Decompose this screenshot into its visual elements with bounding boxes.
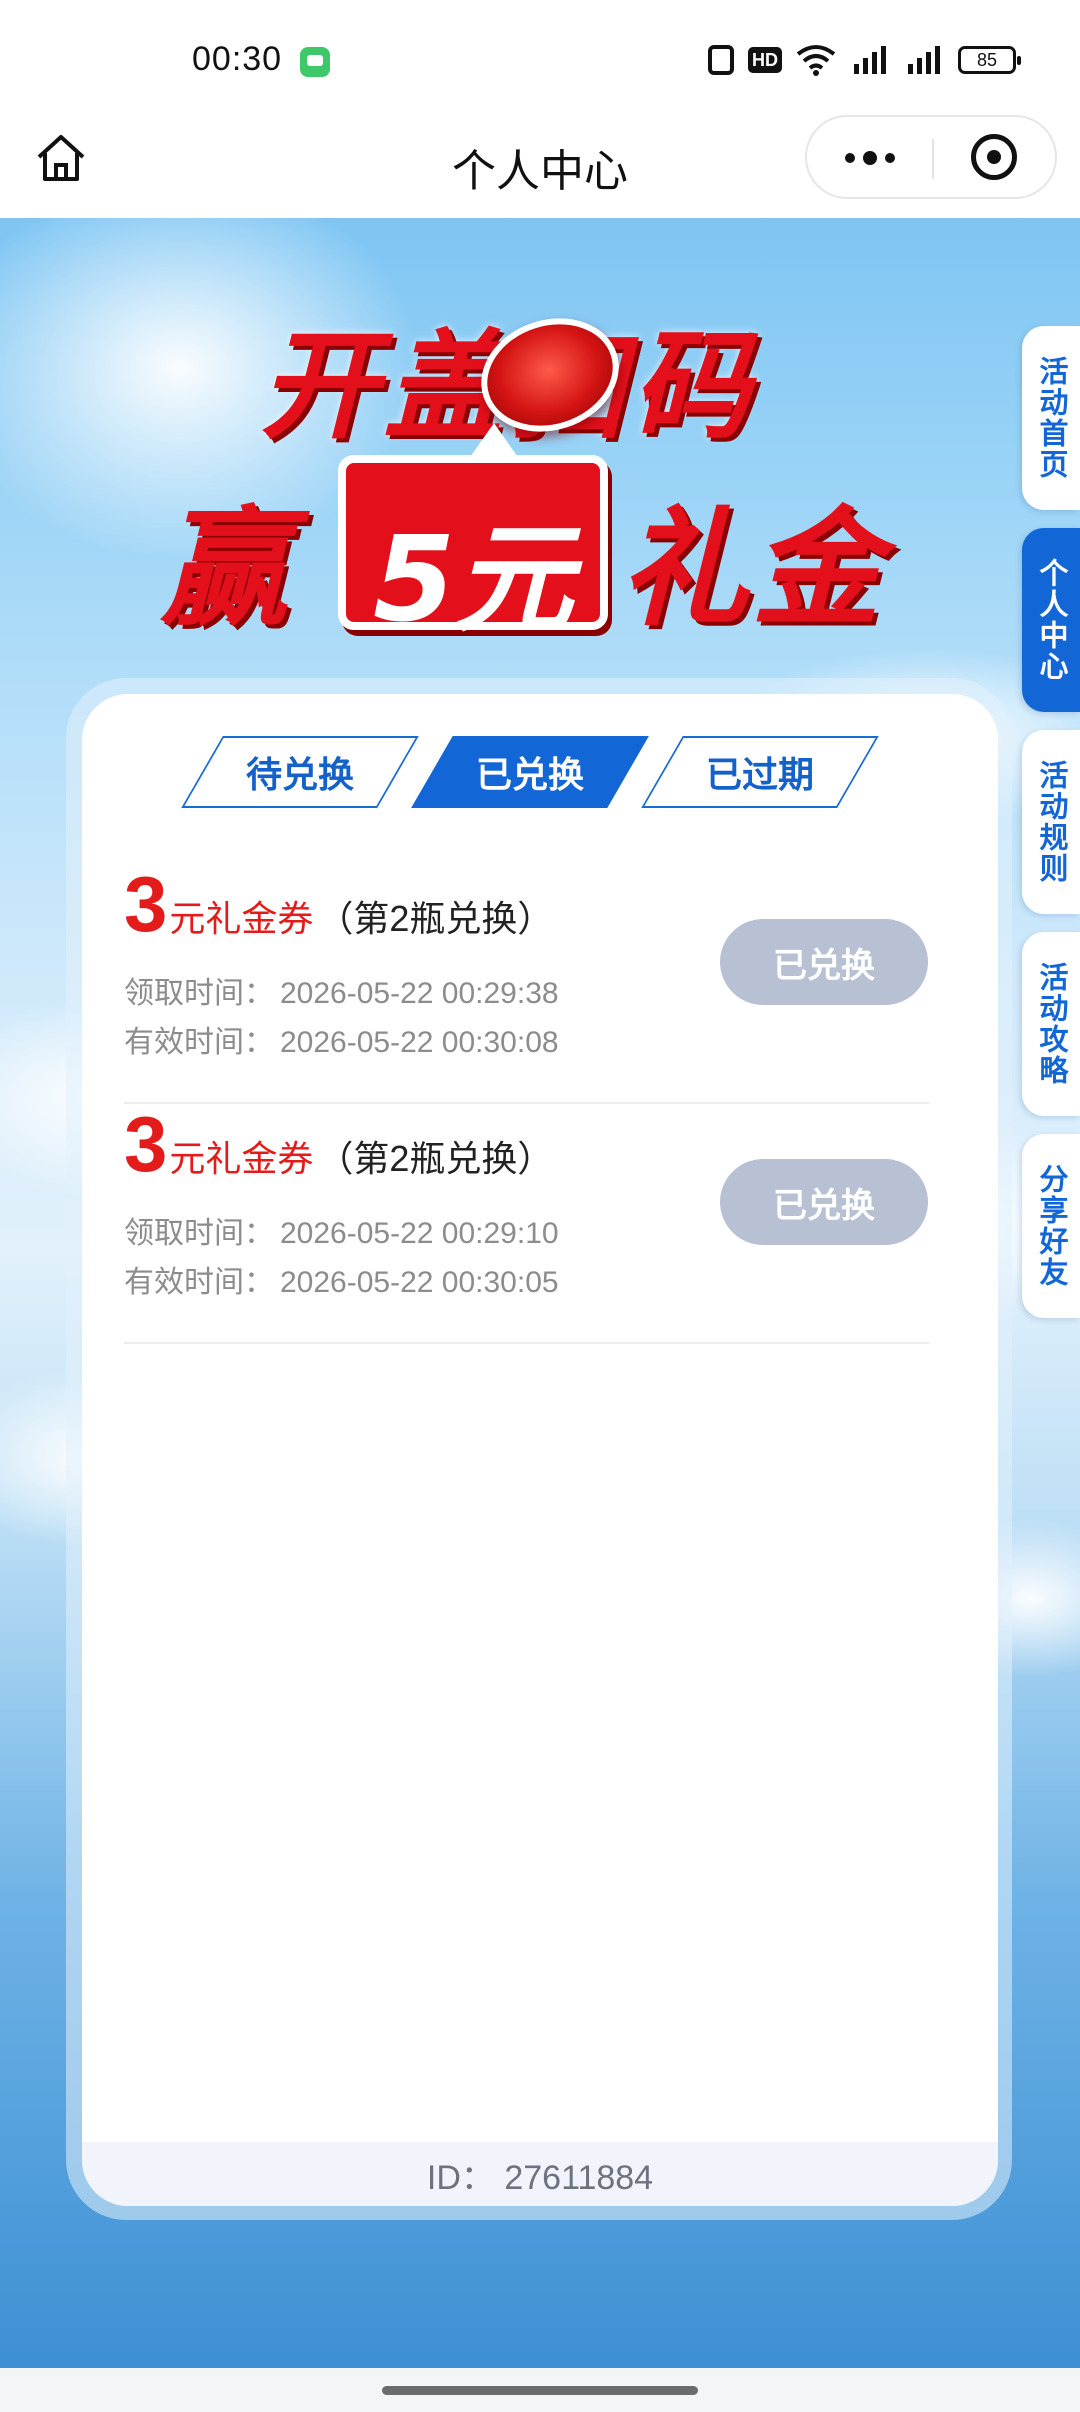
status-bar: 00:30 HD 85 xyxy=(0,0,1080,115)
mini-program-capsule xyxy=(805,115,1057,199)
coupon-amount: 3 xyxy=(124,860,168,948)
promo-banner: 开盖扫码 赢 5元 礼金 xyxy=(150,280,930,660)
banner-win-text: 赢 xyxy=(160,495,289,644)
side-tab-home[interactable]: 活动首页 xyxy=(1022,326,1080,510)
side-tab-rules[interactable]: 活动规则 xyxy=(1022,730,1080,914)
nfc-icon xyxy=(708,45,734,75)
banner-amount: 5元 xyxy=(372,510,574,648)
coupon-tabs: 待兑换 已兑换 已过期 xyxy=(202,736,882,808)
banner-amount-box: 5元 xyxy=(338,423,608,648)
claim-time: 领取时间： 2026-05-22 00:29:10 xyxy=(124,1217,559,1250)
redeemed-button[interactable]: 已兑换 xyxy=(720,1159,928,1245)
coupon-title: 3 元礼金券 （第2瓶兑换） xyxy=(124,1104,553,1184)
tab-expired[interactable]: 已过期 xyxy=(662,736,858,808)
nav-bar: 个人中心 xyxy=(0,115,1080,218)
battery-icon: 85 xyxy=(958,46,1021,74)
coupon-list: 3 元礼金券 （第2瓶兑换） 领取时间： 2026-05-22 00:29:38 … xyxy=(124,864,929,1344)
coupon-note: （第2瓶兑换） xyxy=(317,898,554,939)
status-time: 00:30 xyxy=(192,40,283,78)
tab-pending[interactable]: 待兑换 xyxy=(202,736,398,808)
coupon-unit: 元礼金券 xyxy=(169,898,314,939)
signal-4g-icon xyxy=(904,44,944,76)
home-indicator[interactable] xyxy=(382,2386,698,2395)
valid-time: 有效时间： 2026-05-22 00:30:05 xyxy=(124,1266,559,1299)
valid-time: 有效时间： 2026-05-22 00:30:08 xyxy=(124,1026,559,1059)
coupon-card: 待兑换 已兑换 已过期 3 元礼金券 （第2瓶兑换） 领取时间： 2026-05-… xyxy=(82,694,998,2206)
target-icon[interactable] xyxy=(934,117,1059,197)
coupon-title: 3 元礼金券 （第2瓶兑换） xyxy=(124,864,553,944)
list-item: 3 元礼金券 （第2瓶兑换） 领取时间： 2026-05-22 00:29:38 … xyxy=(124,864,929,1104)
claim-time: 领取时间： 2026-05-22 00:29:38 xyxy=(124,977,559,1010)
gesture-bar xyxy=(0,2368,1080,2412)
banner-prize: 赢 5元 礼金 xyxy=(160,423,940,648)
list-item: 3 元礼金券 （第2瓶兑换） 领取时间： 2026-05-22 00:29:10 … xyxy=(124,1104,929,1344)
hd-icon: HD xyxy=(748,47,782,73)
message-notification-icon xyxy=(300,47,330,77)
side-tab-share[interactable]: 分享好友 xyxy=(1022,1134,1080,1318)
coupon-note: （第2瓶兑换） xyxy=(317,1138,554,1179)
status-icons: HD 85 xyxy=(708,42,1021,78)
coupon-unit: 元礼金券 xyxy=(169,1138,314,1179)
side-tab-guide[interactable]: 活动攻略 xyxy=(1022,932,1080,1116)
side-tab-profile[interactable]: 个人中心 xyxy=(1022,528,1080,712)
redeemed-button[interactable]: 已兑换 xyxy=(720,919,928,1005)
more-dots-icon[interactable] xyxy=(807,117,932,197)
coupon-amount: 3 xyxy=(124,1100,168,1188)
banner-gift-text: 礼金 xyxy=(620,495,885,644)
signal-5g-icon xyxy=(850,44,890,76)
user-id: ID： 27611884 xyxy=(82,2142,998,2206)
tab-redeemed[interactable]: 已兑换 xyxy=(432,736,628,808)
wifi-icon xyxy=(796,44,836,76)
